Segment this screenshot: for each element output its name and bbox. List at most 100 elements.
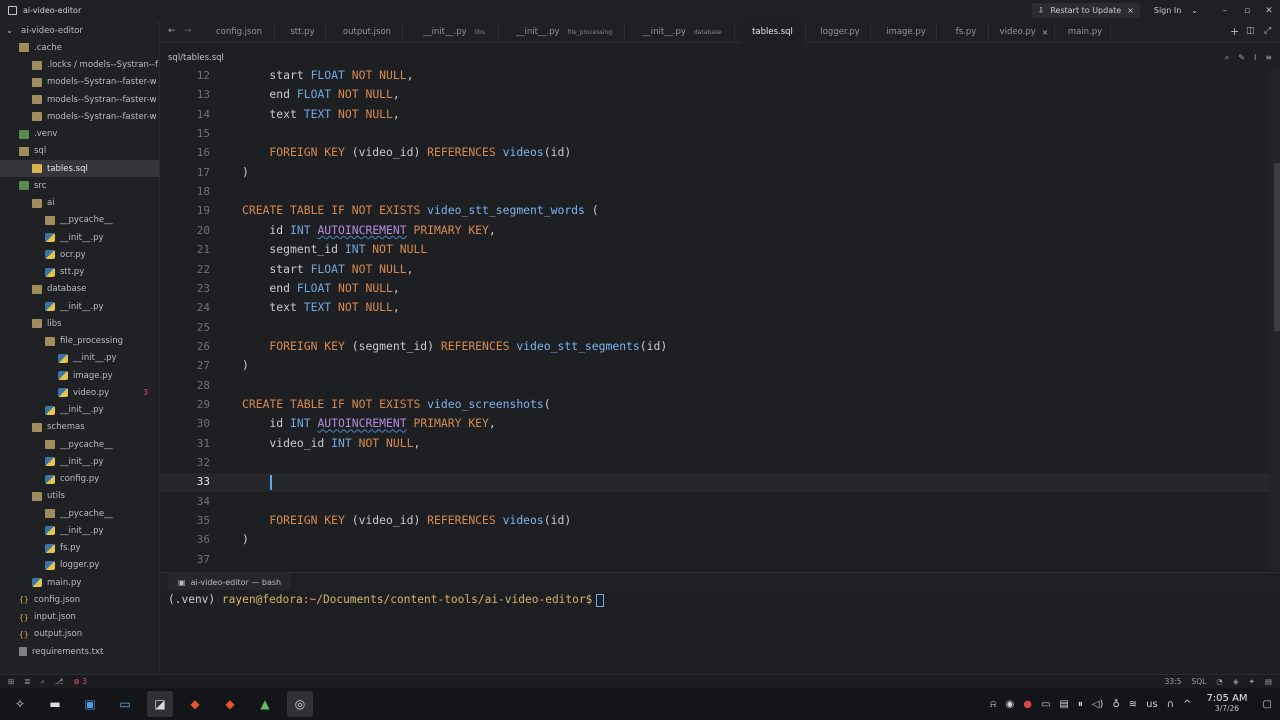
new-tab-icon[interactable]: + (1230, 25, 1239, 38)
settings-icon[interactable]: ≡ (1265, 53, 1272, 63)
tree-item[interactable]: {} input.json (0, 609, 159, 626)
headphones-icon[interactable]: ∩ (1167, 699, 1174, 710)
tree-item[interactable]: fs.py (0, 540, 159, 557)
code-editor[interactable]: 12 start FLOAT NOT NULL, 13 end FLOAT NOT… (160, 68, 1280, 571)
editor-tab[interactable]: __init__.py libs (410, 21, 498, 43)
language-selector[interactable]: SQL (1191, 677, 1206, 686)
editor-tab[interactable]: main.py (1060, 21, 1110, 43)
code-line[interactable]: start FLOAT NOT NULL, (242, 68, 413, 82)
tree-item[interactable]: .cache (0, 39, 159, 56)
panel-toggle-icon[interactable]: ⊞ (8, 677, 14, 686)
tree-item[interactable]: sql (0, 143, 159, 160)
tree-item[interactable]: file_processing (0, 333, 159, 350)
tree-item[interactable]: __pycache__ (0, 436, 159, 453)
search-icon[interactable]: ⌕ (1225, 53, 1229, 63)
close-window-button[interactable]: ✕ (1258, 6, 1280, 16)
outline-icon[interactable]: ≣ (24, 677, 30, 686)
tree-item[interactable]: __init__.py (0, 298, 159, 315)
code-line[interactable]: CREATE TABLE IF NOT EXISTS video_screens… (242, 397, 551, 411)
code-line[interactable]: end FLOAT NOT NULL, (242, 87, 399, 101)
desktop-icon[interactable]: ▬ (42, 691, 68, 717)
tree-item[interactable]: main.py (0, 574, 159, 591)
code-line[interactable]: FOREIGN KEY (video_id) REFERENCES videos… (242, 145, 571, 159)
tree-item[interactable]: video.py 3 (0, 384, 159, 401)
tree-item[interactable]: src (0, 177, 159, 194)
cursor-position[interactable]: 33:5 (1165, 677, 1182, 686)
scrollbar-thumb[interactable] (1274, 163, 1280, 331)
tree-item[interactable]: schemas (0, 419, 159, 436)
ai-icon[interactable]: ✦ (1249, 677, 1255, 686)
tree-item[interactable]: requirements.txt (0, 643, 159, 660)
assistant-toggle-icon[interactable]: ◈ (1233, 677, 1239, 686)
diagnostics-button[interactable]: ⊗ 3 (73, 677, 86, 686)
code-line[interactable]: start FLOAT NOT NULL, (242, 262, 413, 276)
tree-item[interactable]: __init__.py (0, 350, 159, 367)
code-line[interactable]: ) (242, 165, 249, 179)
maximize-button[interactable]: ▫ (1236, 6, 1258, 16)
volume-icon[interactable]: ◁) (1092, 699, 1104, 710)
breadcrumb-path[interactable]: sql/tables.sql (168, 53, 224, 63)
tree-item[interactable]: image.py (0, 367, 159, 384)
nav-forward-icon[interactable]: → (184, 26, 192, 36)
code-line[interactable]: FOREIGN KEY (video_id) REFERENCES videos… (242, 513, 571, 527)
assistant-icon[interactable]: ✎ (1238, 53, 1245, 63)
editor-tab[interactable]: video.py × (994, 21, 1054, 43)
nav-back-icon[interactable]: ← (168, 26, 176, 36)
obs-studio-icon[interactable]: ◎ (287, 691, 313, 717)
editor-tab[interactable]: logger.py (810, 21, 870, 43)
git-icon[interactable]: ⎇ (55, 677, 64, 686)
code-line[interactable]: id INT AUTOINCREMENT PRIMARY KEY, (242, 416, 495, 430)
editor-tab[interactable]: stt.py (280, 21, 325, 43)
minimize-button[interactable]: – (1214, 6, 1236, 16)
code-line[interactable]: ) (242, 358, 249, 372)
record-icon[interactable]: ● (1023, 699, 1032, 710)
tree-item[interactable]: __init__.py (0, 402, 159, 419)
editor-tab[interactable]: tables.sql (740, 21, 805, 43)
editor-scrollbar[interactable] (1270, 68, 1280, 571)
microphone-icon[interactable]: ♁ (1112, 699, 1119, 710)
tree-item[interactable]: libs (0, 315, 159, 332)
sign-in-button[interactable]: Sign In ⌄ (1154, 6, 1198, 15)
tree-item[interactable]: ai (0, 195, 159, 212)
editor-tab[interactable]: image.py (876, 21, 936, 43)
code-line[interactable]: text TEXT NOT NULL, (242, 300, 399, 314)
tree-item[interactable]: __init__.py (0, 522, 159, 539)
store-icon[interactable]: ▣ (77, 691, 103, 717)
split-pane-icon[interactable]: ◫ (1246, 26, 1255, 36)
brave-browser-2-icon[interactable]: ◆ (217, 691, 243, 717)
code-line[interactable]: end FLOAT NOT NULL, (242, 281, 399, 295)
clock[interactable]: 7:05 AM 3/7/26 (1206, 694, 1247, 714)
tree-item[interactable]: __pycache__ (0, 212, 159, 229)
tree-item[interactable]: .venv (0, 126, 159, 143)
notification-bell-icon[interactable]: ⍾ (990, 699, 997, 710)
tree-item[interactable]: ⌄ ai-video-editor (0, 22, 159, 39)
tree-item[interactable]: __init__.py (0, 453, 159, 470)
terminal-tab[interactable]: ▣ ai-video-editor — bash (168, 573, 292, 591)
editor-tab[interactable]: config.json (204, 21, 274, 43)
wifi-icon[interactable]: ≋ (1129, 699, 1137, 710)
code-line[interactable]: FOREIGN KEY (segment_id) REFERENCES vide… (242, 339, 667, 353)
tree-item[interactable]: ocr.py (0, 246, 159, 263)
cursor-icon[interactable]: I (1254, 53, 1256, 63)
code-line[interactable]: ) (242, 532, 249, 546)
tree-item[interactable]: models--Systran--faster-w (0, 74, 159, 91)
editor-tab[interactable]: __init__.py file_processing (504, 21, 624, 43)
search-icon[interactable]: ⌕ (41, 677, 45, 687)
code-line[interactable]: text TEXT NOT NULL, (242, 107, 399, 121)
maximize-pane-icon[interactable]: ⤢ (1264, 26, 1271, 36)
close-tab-icon[interactable]: × (1042, 28, 1049, 37)
code-line[interactable]: id INT AUTOINCREMENT PRIMARY KEY, (242, 223, 495, 237)
zed-editor-icon[interactable]: ◪ (147, 691, 173, 717)
code-line[interactable]: segment_id INT NOT NULL (242, 242, 427, 256)
tree-item[interactable]: database (0, 281, 159, 298)
brave-browser-icon[interactable]: ◆ (182, 691, 208, 717)
image-viewer-icon[interactable]: ▲ (252, 691, 278, 717)
tree-item[interactable]: __pycache__ (0, 505, 159, 522)
tree-item[interactable]: {} output.json (0, 626, 159, 643)
tree-item[interactable]: stt.py (0, 264, 159, 281)
tree-item[interactable]: models--Systran--faster-w (0, 108, 159, 125)
terminal-prompt[interactable]: (.venv) rayen@fedora:~/Documents/content… (168, 593, 605, 607)
tree-item[interactable]: .locks / models--Systran--f (0, 57, 159, 74)
restart-update-button[interactable]: ⇩ Restart to Update × (1031, 3, 1140, 18)
clipboard-icon[interactable]: ▤ (1059, 699, 1068, 710)
